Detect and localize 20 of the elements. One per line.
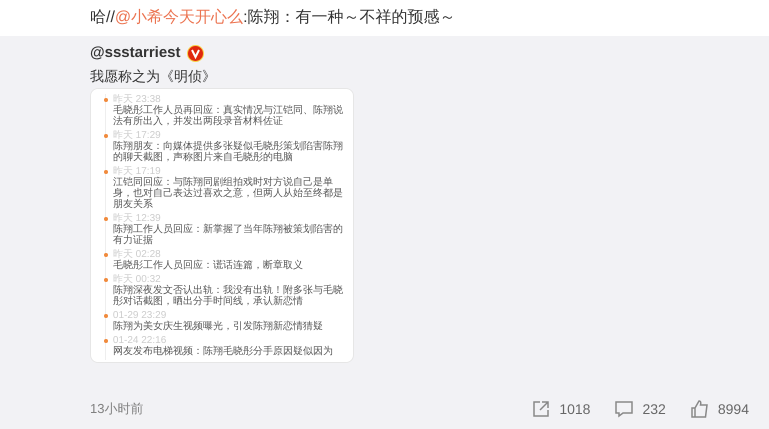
mention-link[interactable]: @小希今天开心么 [114, 9, 244, 26]
timeline-text: 江铠同回应：与陈翔同剧组拍戏时对方说自己是单身，也对自己表达过喜欢之意，但两人从始至终都是朋友关系 [112, 177, 344, 210]
timeline-text: 陈翔朋友：向媒体提供多张疑似毛晓彤策划陷害陈翔的聊天截图，声称图片来自毛晓彤的电脑 [112, 141, 344, 163]
post-text: 我愿称之为《明侦》 [90, 67, 217, 86]
comment-button[interactable]: 232 [614, 398, 666, 420]
comment-icon [614, 399, 634, 419]
post-time: 13小时前 [90, 400, 144, 418]
timeline-text: 毛晓彤工作人员再回应：真实情况与江铠同、陈翔说法有所出入，并发出两段录音材料佐证 [112, 105, 344, 127]
repost-button[interactable]: 1018 [531, 398, 590, 420]
timeline-text: 陈翔工作人员回应：新掌握了当年陈翔被策划陷害的有力证据 [112, 224, 344, 246]
author-name[interactable]: @ssstarriest [90, 42, 181, 64]
timeline-image[interactable] [90, 88, 354, 363]
share-icon [531, 399, 552, 419]
timeline-text: 网友发布电梯视频：陈翔毛晓彤分手原因疑似因为 [112, 346, 334, 357]
timeline-text: 毛晓彤工作人员回应：谎话连篇，断章取义 [112, 260, 304, 271]
thumbs-up-icon [690, 399, 710, 419]
timeline-text: 陈翔深夜发文否认出轨：我没有出轨！附多张与毛晓彤对话截图，晒出分手时间线，承认新恋情 [112, 285, 344, 307]
timeline-text: 陈翔为美女庆生视频曝光，引发陈翔新恋情猜疑 [112, 321, 324, 332]
repost-text: 哈//@小希今天开心么:陈翔：有一种～不祥的预感～ [90, 8, 456, 28]
like-button[interactable]: 8994 [690, 398, 749, 420]
